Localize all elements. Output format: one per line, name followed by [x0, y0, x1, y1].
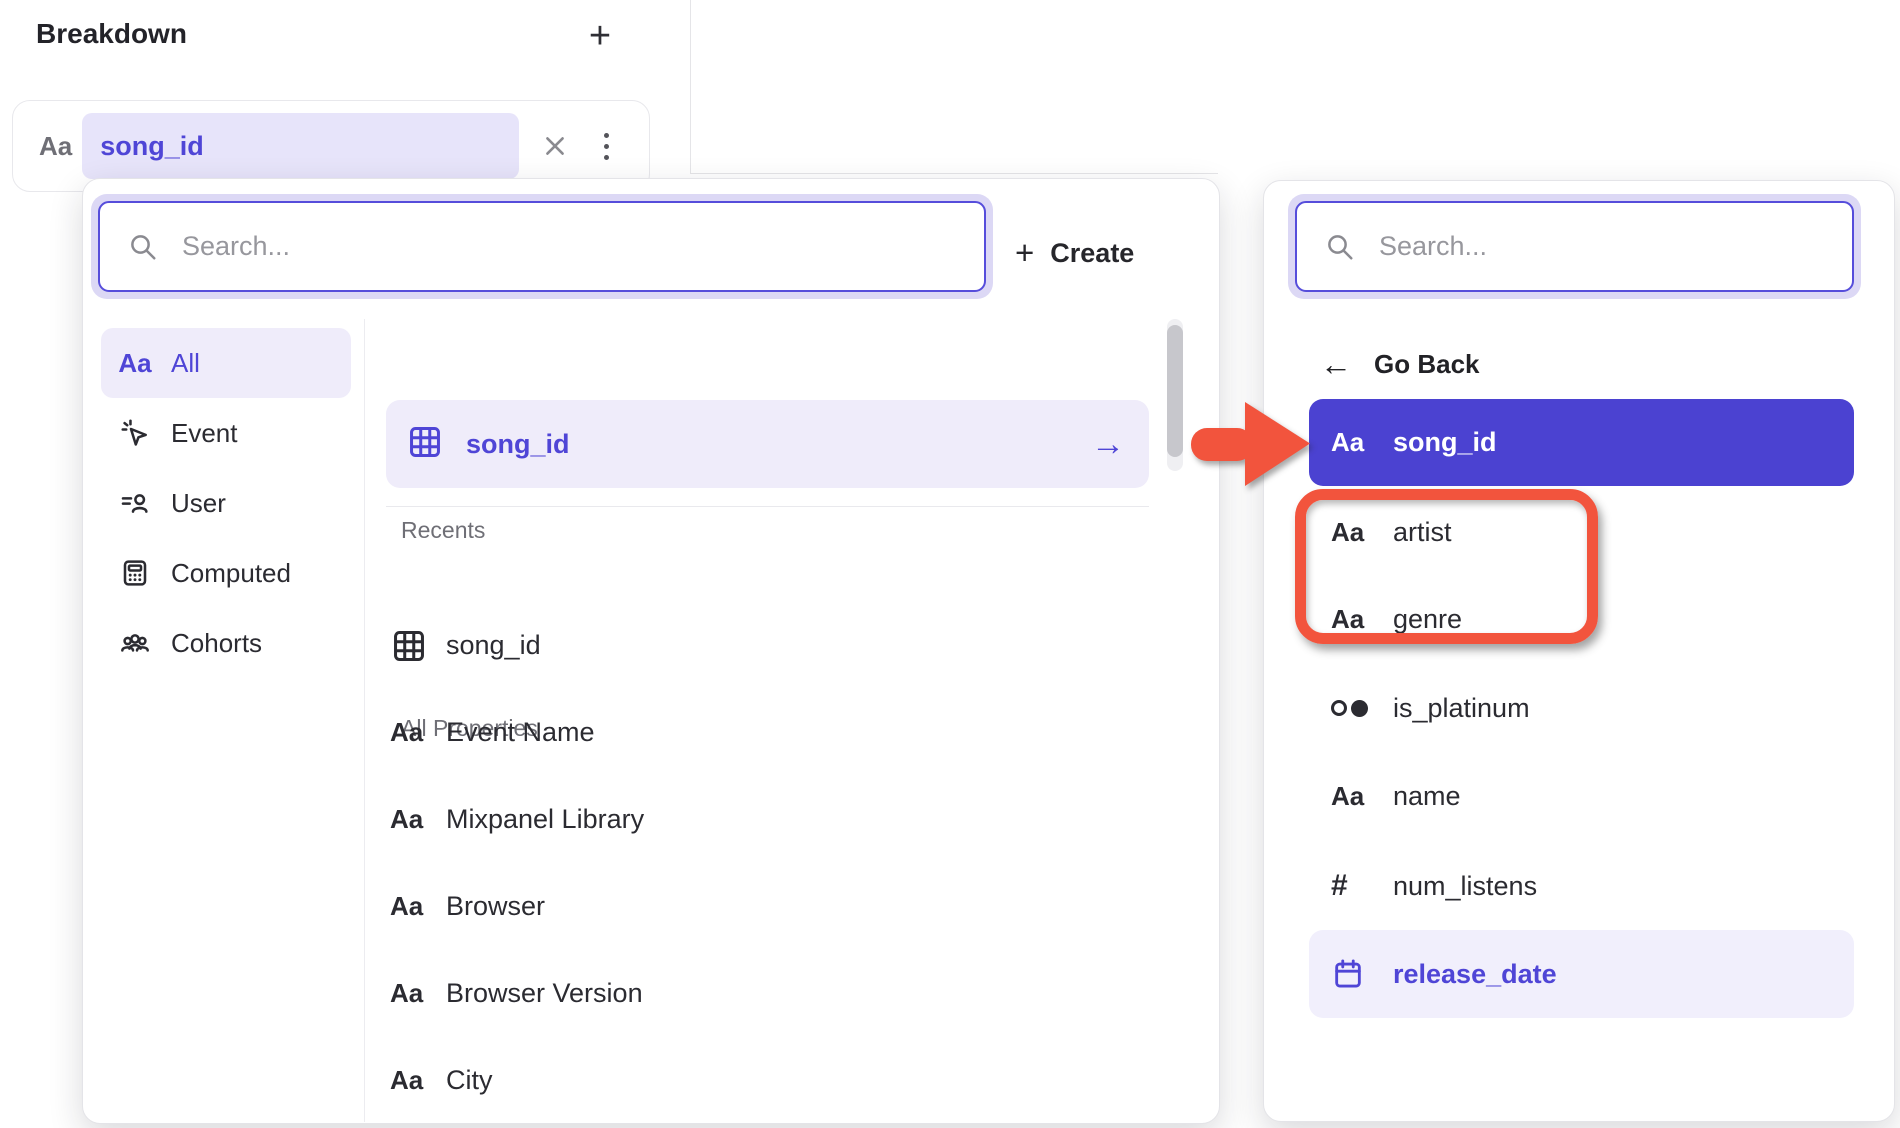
scrollbar-thumb[interactable] [1167, 325, 1183, 457]
sidebar-divider [364, 319, 365, 1122]
close-icon [542, 133, 568, 159]
drill-in-arrow-icon: → [1091, 425, 1125, 464]
breakdown-chip-value[interactable]: song_id [82, 113, 519, 179]
sidebar-item-computed[interactable]: Computed [101, 538, 351, 608]
table-icon [390, 627, 446, 665]
sidebar-item-user[interactable]: User [101, 468, 351, 538]
sidebar-item-cohorts[interactable]: Cohorts [101, 608, 351, 678]
drilldown-row-num-listens[interactable]: # num_listens [1309, 856, 1854, 916]
category-sidebar: Aa All Event [101, 328, 351, 678]
property-row[interactable]: Aa Event Name [386, 689, 1149, 776]
search-icon [128, 232, 158, 262]
text-type-icon: Aa [118, 348, 151, 379]
kebab-menu-icon[interactable] [589, 124, 623, 168]
sidebar-item-event[interactable]: Event [101, 398, 351, 468]
drilldown-row-is-platinum[interactable]: is_platinum [1309, 678, 1854, 738]
property-picker-panel: + Create Aa All Event [82, 178, 1220, 1124]
red-annotation-box [1295, 489, 1598, 644]
card-edge-horizontal [690, 173, 1218, 174]
number-type-icon: # [1331, 869, 1348, 903]
event-cursor-icon [117, 417, 153, 449]
sidebar-item-all[interactable]: Aa All [101, 328, 351, 398]
remove-breakdown-button[interactable] [535, 126, 575, 166]
search-focus-ring [1288, 194, 1861, 299]
red-annotation-arrow-icon [1185, 398, 1313, 490]
drilldown-row-release-date[interactable]: release_date [1309, 930, 1854, 1018]
create-property-button[interactable]: + Create [1015, 225, 1134, 281]
text-type-icon: Aa [390, 978, 423, 1009]
back-arrow-icon: ← [1320, 346, 1352, 383]
card-edge-vertical [690, 0, 691, 173]
property-list: song_id Aa Event Name Aa Mixpanel Librar… [386, 602, 1149, 1124]
boolean-type-icon [1331, 700, 1368, 717]
breakdown-title: Breakdown [36, 18, 187, 50]
recent-item-song-id[interactable]: song_id → [386, 400, 1149, 488]
calculator-icon [117, 557, 153, 589]
user-list-icon [117, 487, 153, 519]
property-row[interactable]: Aa Mixpanel Library [386, 776, 1149, 863]
go-back-button[interactable]: ← Go Back [1320, 339, 1480, 389]
calendar-icon [1331, 957, 1371, 991]
text-type-icon: Aa [390, 1065, 423, 1096]
list-divider [386, 506, 1149, 507]
plus-icon: + [1015, 234, 1034, 272]
text-type-icon: Aa [390, 891, 423, 922]
add-breakdown-button[interactable]: + [578, 14, 622, 58]
text-type-icon: Aa [390, 804, 423, 835]
search-focus-ring [91, 194, 993, 299]
text-type-icon: Aa [390, 717, 423, 748]
search-icon [1325, 232, 1355, 262]
cohorts-people-icon [117, 627, 153, 659]
property-row-song-id[interactable]: song_id [386, 602, 1149, 689]
search-input[interactable] [180, 230, 803, 263]
property-row[interactable]: Aa Browser Version [386, 950, 1149, 1037]
property-row[interactable]: Aa City [386, 1037, 1149, 1124]
text-type-icon: Aa [39, 131, 72, 162]
table-icon [406, 423, 444, 466]
drilldown-row-name[interactable]: Aa name [1309, 766, 1854, 826]
property-drilldown-panel: ← Go Back Aa song_id Aa artist Aa genre … [1263, 180, 1895, 1122]
screenshot-root: Breakdown + Aa song_id + Create [0, 0, 1900, 1128]
property-row[interactable]: Aa Browser [386, 863, 1149, 950]
search-input[interactable] [1377, 230, 1770, 263]
text-type-icon: Aa [1331, 781, 1364, 812]
text-type-icon: Aa [1331, 427, 1364, 458]
recents-header: Recents [401, 517, 485, 544]
drilldown-row-song-id-selected[interactable]: Aa song_id [1309, 399, 1854, 486]
